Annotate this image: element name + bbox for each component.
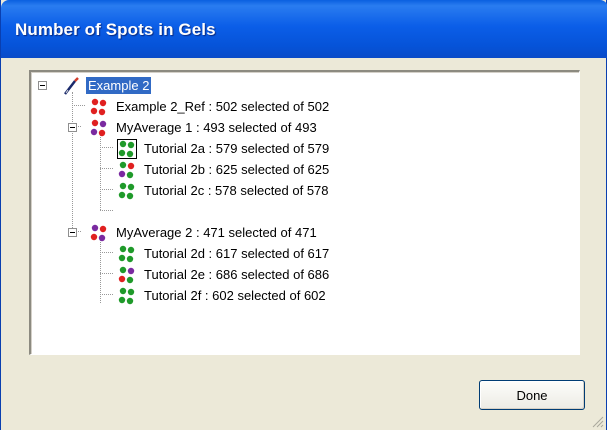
spots-multi-icon (90, 224, 107, 241)
tree-item-label: Tutorial 2e : 686 selected of 686 (144, 267, 330, 282)
tree-item-label: Tutorial 2a : 579 selected of 579 (144, 141, 330, 156)
gel-tree-view[interactable]: Example 2 Example 2_Ref : 502 selected o… (29, 70, 580, 355)
tree-item-tutorial-2b[interactable]: Tutorial 2b : 625 selected of 625 (117, 159, 331, 180)
spots-green-icon (118, 245, 135, 262)
tree-line (100, 294, 113, 295)
tree-item-label: Tutorial 2f : 602 selected of 602 (144, 288, 326, 303)
tree-item-label: Tutorial 2b : 625 selected of 625 (144, 162, 330, 177)
tree-item-tutorial-2a[interactable]: Tutorial 2a : 579 selected of 579 (117, 138, 331, 159)
done-button[interactable]: Done (479, 380, 585, 410)
spots-green-icon (118, 287, 135, 304)
tree-item-tutorial-2d[interactable]: Tutorial 2d : 617 selected of 617 (117, 243, 331, 264)
tree-item-label: MyAverage 1 : 493 selected of 493 (116, 120, 317, 135)
tree-item-example-ref[interactable]: Example 2_Ref : 502 selected of 502 (89, 96, 331, 117)
tree-item-root[interactable]: Example 2 (61, 75, 152, 96)
tree-line (100, 168, 113, 169)
collapse-toggle-root[interactable] (38, 81, 47, 90)
dialog-window: Number of Spots in Gels Example 2 Exampl… (0, 0, 607, 430)
title-bar[interactable]: Number of Spots in Gels (1, 0, 607, 58)
spots-multi-icon (118, 161, 135, 178)
collapse-toggle-myaverage2[interactable] (68, 228, 77, 237)
tree-item-label: Example 2_Ref : 502 selected of 502 (116, 99, 330, 114)
tree-line (100, 147, 113, 148)
tree-item-label: Tutorial 2d : 617 selected of 617 (144, 246, 330, 261)
tree-line (72, 105, 85, 106)
tree-item-tutorial-2e[interactable]: Tutorial 2e : 686 selected of 686 (117, 264, 331, 285)
tree-line (72, 92, 73, 232)
tree-item-tutorial-2f[interactable]: Tutorial 2f : 602 selected of 602 (117, 285, 328, 306)
tree-line (100, 273, 113, 274)
spots-multi-icon (118, 266, 135, 283)
tree-item-label: MyAverage 2 : 471 selected of 471 (116, 225, 317, 240)
spots-multi-icon (90, 119, 107, 136)
spots-green-icon (118, 182, 135, 199)
tree-item-label: Example 2 (86, 77, 152, 94)
collapse-toggle-myaverage1[interactable] (68, 123, 77, 132)
window-title: Number of Spots in Gels (15, 20, 216, 39)
resize-grip-icon[interactable] (590, 414, 604, 428)
tree-line (100, 252, 113, 253)
tree-item-label: Tutorial 2c : 578 selected of 578 (144, 183, 329, 198)
tree-line (100, 210, 113, 211)
tree-item-tutorial-2c[interactable]: Tutorial 2c : 578 selected of 578 (117, 180, 331, 201)
tree-line (100, 134, 101, 210)
spots-green-icon (117, 138, 137, 159)
wand-icon (64, 76, 79, 95)
tree-item-myaverage1[interactable]: MyAverage 1 : 493 selected of 493 (89, 117, 319, 138)
tree-line (100, 189, 113, 190)
tree-item-myaverage2[interactable]: MyAverage 2 : 471 selected of 471 (89, 222, 319, 243)
spots-red-icon (90, 98, 107, 115)
